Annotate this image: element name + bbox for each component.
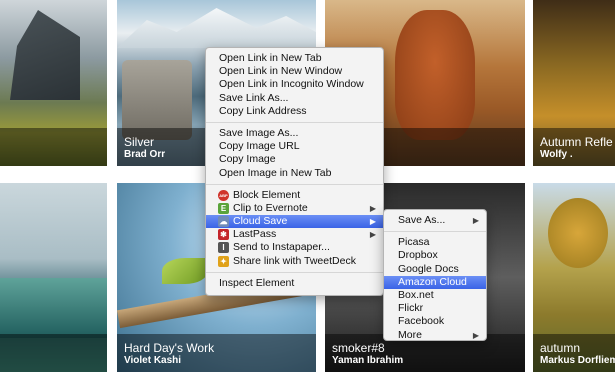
menu-item-share-tweetdeck[interactable]: ✦ Share link with TweetDeck bbox=[206, 255, 383, 268]
photo-tile[interactable] bbox=[0, 183, 107, 372]
menu-item-copy-image[interactable]: Copy Image bbox=[206, 153, 383, 166]
context-menu: Open Link in New Tab Open Link in New Wi… bbox=[205, 47, 384, 296]
mountain-shape bbox=[10, 10, 80, 100]
submenu-item-save-as[interactable]: Save As... ▶ bbox=[384, 214, 486, 227]
evernote-icon: E bbox=[218, 202, 229, 214]
menu-item-label: LastPass bbox=[233, 228, 277, 241]
menu-separator bbox=[384, 231, 486, 233]
menu-item-save-image-as[interactable]: Save Image As... bbox=[206, 127, 383, 140]
tile-caption bbox=[0, 334, 107, 372]
lastpass-icon: ✱ bbox=[218, 229, 229, 241]
submenu-item-box-net[interactable]: Box.net bbox=[384, 289, 486, 302]
menu-item-label: Save As... bbox=[398, 214, 446, 226]
menu-item-cloud-save[interactable]: ☁ Cloud Save ▶ bbox=[206, 215, 383, 229]
submenu-item-amazon-cloud[interactable]: Amazon Cloud bbox=[384, 275, 486, 289]
leaf-shape bbox=[162, 258, 208, 284]
squirrel-shape bbox=[395, 10, 475, 140]
cloud-save-icon: ☁ bbox=[218, 216, 229, 228]
menu-item-label: Cloud Save bbox=[233, 215, 288, 228]
submenu-arrow-icon: ▶ bbox=[472, 330, 479, 340]
autumn-tree-shape bbox=[548, 198, 608, 268]
tile-caption: autumn Markus Dorfliem bbox=[533, 334, 615, 372]
menu-item-copy-image-url[interactable]: Copy Image URL bbox=[206, 140, 383, 153]
snow-peaks-shape bbox=[117, 8, 316, 48]
tile-title: autumn bbox=[540, 341, 581, 355]
menu-item-open-image-new-tab[interactable]: Open Image in New Tab bbox=[206, 167, 383, 180]
tile-title: smoker#8 bbox=[332, 341, 385, 355]
instapaper-icon: I bbox=[218, 242, 229, 254]
submenu-arrow-icon: ▶ bbox=[369, 203, 376, 213]
menu-item-label: Share link with TweetDeck bbox=[233, 254, 356, 267]
submenu-arrow-icon: ▶ bbox=[369, 217, 376, 227]
tile-caption: Autumn Refle Wolfy . bbox=[533, 128, 615, 166]
submenu-item-flickr[interactable]: Flickr bbox=[384, 302, 486, 315]
menu-separator bbox=[206, 121, 383, 123]
tile-author: Markus Dorfliem bbox=[540, 355, 615, 366]
tile-caption: Hard Day's Work Violet Kashi bbox=[117, 334, 316, 372]
menu-item-copy-link-address[interactable]: Copy Link Address bbox=[206, 105, 383, 118]
cloud-save-submenu: Save As... ▶ Picasa Dropbox Google Docs … bbox=[383, 209, 487, 341]
submenu-arrow-icon: ▶ bbox=[369, 230, 376, 240]
menu-item-clip-to-evernote[interactable]: E Clip to Evernote ▶ bbox=[206, 202, 383, 215]
tile-title: Hard Day's Work bbox=[124, 341, 215, 355]
tile-author: Violet Kashi bbox=[124, 355, 182, 366]
tweetdeck-icon: ✦ bbox=[218, 255, 229, 267]
waves-shape bbox=[0, 278, 107, 338]
menu-item-block-element[interactable]: ABP Block Element bbox=[206, 189, 383, 202]
menu-item-label: Clip to Evernote bbox=[233, 201, 308, 214]
photo-tile[interactable]: Autumn Refle Wolfy . bbox=[533, 0, 615, 166]
submenu-item-picasa[interactable]: Picasa bbox=[384, 236, 486, 249]
menu-item-label: More bbox=[398, 328, 422, 341]
menu-item-label: Block Element bbox=[233, 188, 301, 201]
photo-tile[interactable]: autumn Markus Dorfliem bbox=[533, 183, 615, 372]
submenu-item-more[interactable]: More ▶ bbox=[384, 329, 486, 342]
adblock-icon: ABP bbox=[218, 189, 229, 201]
submenu-item-google-docs[interactable]: Google Docs bbox=[384, 263, 486, 276]
menu-item-label: Send to Instapaper... bbox=[233, 241, 330, 254]
tile-title: Autumn Refle bbox=[540, 135, 613, 149]
menu-item-open-link-new-window[interactable]: Open Link in New Window bbox=[206, 65, 383, 78]
photo-tile[interactable] bbox=[0, 0, 107, 166]
menu-item-open-link-incognito[interactable]: Open Link in Incognito Window bbox=[206, 78, 383, 91]
menu-item-save-link-as[interactable]: Save Link As... bbox=[206, 92, 383, 105]
submenu-item-dropbox[interactable]: Dropbox bbox=[384, 249, 486, 262]
tile-caption bbox=[0, 128, 107, 166]
menu-item-open-link-new-tab[interactable]: Open Link in New Tab bbox=[206, 52, 383, 65]
menu-item-lastpass[interactable]: ✱ LastPass ▶ bbox=[206, 228, 383, 241]
menu-item-inspect-element[interactable]: Inspect Element bbox=[206, 277, 383, 290]
tile-author: Yaman Ibrahim bbox=[332, 355, 404, 366]
menu-separator bbox=[206, 271, 383, 273]
tile-author: Wolfy . bbox=[540, 149, 573, 160]
submenu-arrow-icon: ▶ bbox=[472, 216, 479, 225]
submenu-item-facebook[interactable]: Facebook bbox=[384, 315, 486, 328]
menu-item-send-to-instapaper[interactable]: I Send to Instapaper... bbox=[206, 241, 383, 254]
menu-separator bbox=[206, 183, 383, 185]
